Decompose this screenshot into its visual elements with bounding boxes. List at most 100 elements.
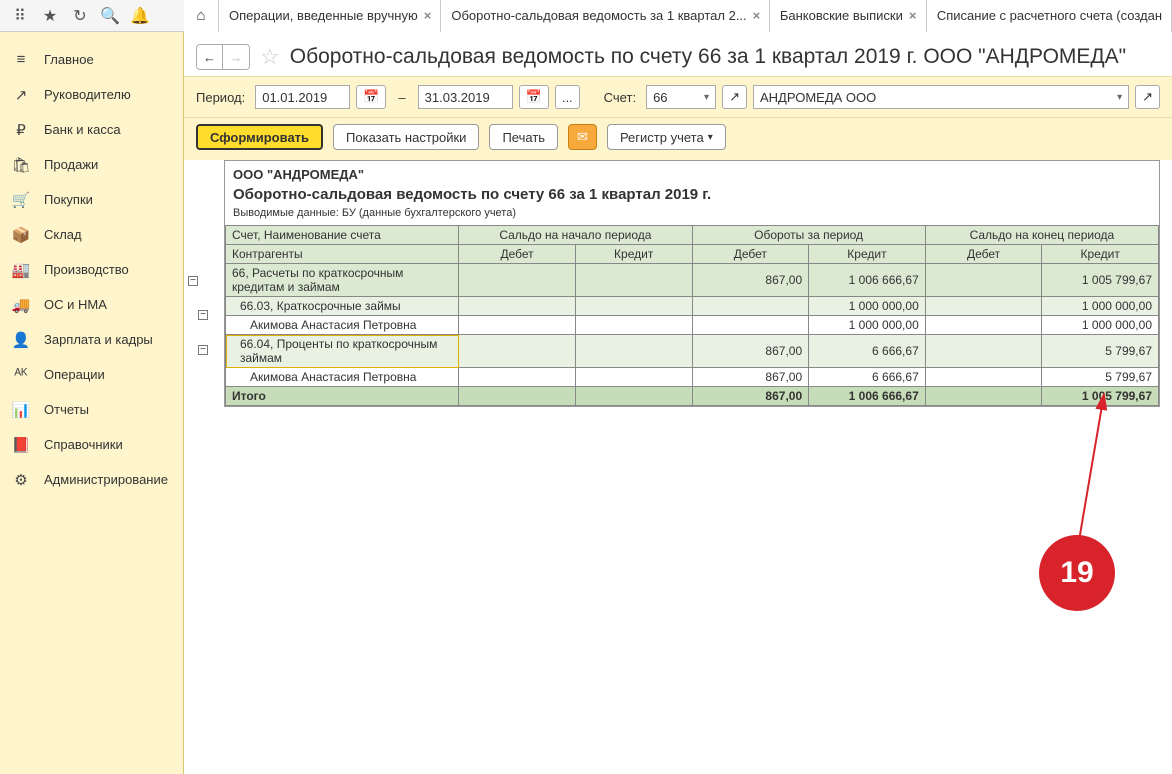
sidebar-icon: ↗ — [12, 86, 30, 104]
chevron-down-icon: ▾ — [1117, 92, 1122, 103]
sidebar-item[interactable]: ⚙Администрирование — [0, 462, 183, 497]
tabs: ⌂ Операции, введенные вручную×Оборотно-са… — [184, 0, 1172, 32]
sidebar-label: Главное — [44, 52, 94, 67]
col-credit: Кредит — [809, 245, 926, 264]
sidebar-label: Производство — [44, 262, 129, 277]
tab[interactable]: Оборотно-сальдовая ведомость за 1 кварта… — [440, 0, 769, 32]
close-icon[interactable]: × — [753, 8, 761, 23]
org-input[interactable]: АНДРОМЕДА ООО ▾ — [753, 85, 1129, 109]
sidebar-item[interactable]: 🛒Покупки — [0, 182, 183, 217]
close-icon[interactable]: × — [909, 8, 917, 23]
col-group-turnover: Обороты за период — [692, 226, 925, 245]
cell-value: 1 000 000,00 — [809, 316, 926, 335]
sidebar: ≡Главное↗Руководителю₽Банк и касса🛍Прода… — [0, 32, 184, 774]
org-open-button[interactable]: ↗ — [1135, 85, 1160, 109]
period-to-calendar-button[interactable]: 📅 — [519, 85, 549, 109]
search-icon[interactable]: 🔍 — [96, 2, 124, 30]
apps-icon[interactable]: ⠿ — [6, 2, 34, 30]
print-button[interactable]: Печать — [489, 124, 558, 150]
home-icon: ⌂ — [196, 7, 205, 24]
cell-name: 66.04, Проценты по краткосрочным займам — [226, 335, 459, 368]
nav-forward-button[interactable]: → — [223, 45, 249, 69]
table-row[interactable]: 66, Расчеты по краткосрочным кредитам и … — [226, 264, 1159, 297]
cell-value: 1 000 000,00 — [809, 297, 926, 316]
tree-toggle[interactable]: − — [198, 310, 208, 320]
mail-button[interactable]: ✉ — [568, 124, 597, 150]
report-header: ООО "АНДРОМЕДА" Оборотно-сальдовая ведом… — [225, 161, 1159, 225]
tab[interactable]: Операции, введенные вручную× — [218, 0, 441, 32]
table-row[interactable]: Акимова Анастасия Петровна1 000 000,001 … — [226, 316, 1159, 335]
favorite-star-icon[interactable]: ☆ — [260, 44, 280, 70]
period-from-input[interactable]: 01.01.2019 — [255, 85, 350, 109]
history-icon[interactable]: ↻ — [66, 2, 94, 30]
register-button[interactable]: Регистр учета▾ — [607, 124, 726, 150]
account-input[interactable]: 66 ▾ — [646, 85, 716, 109]
sidebar-item[interactable]: 📦Склад — [0, 217, 183, 252]
cell-value — [459, 368, 576, 387]
cell-name: 66.03, Краткосрочные займы — [226, 297, 459, 316]
cell-value — [925, 316, 1042, 335]
period-from-calendar-button[interactable]: 📅 — [356, 85, 386, 109]
sidebar-item[interactable]: ↗Руководителю — [0, 77, 183, 112]
cell-value — [575, 297, 692, 316]
col-debit: Дебет — [459, 245, 576, 264]
cell-value — [575, 264, 692, 297]
sidebar-icon: 👤 — [12, 331, 30, 349]
cell-value: 5 799,67 — [1042, 335, 1159, 368]
cell-value — [575, 368, 692, 387]
tree-toggle[interactable]: − — [198, 345, 208, 355]
sidebar-label: ОС и НМА — [44, 297, 107, 312]
tab[interactable]: Банковские выписки× — [769, 0, 927, 32]
sidebar-label: Операции — [44, 367, 105, 382]
sidebar-item[interactable]: ≡Главное — [0, 42, 183, 77]
col-contragents: Контрагенты — [226, 245, 459, 264]
close-icon[interactable]: × — [424, 8, 432, 23]
cell-value — [459, 335, 576, 368]
cell-value — [459, 297, 576, 316]
sidebar-item[interactable]: 🛍Продажи — [0, 147, 183, 182]
sidebar-label: Продажи — [44, 157, 98, 172]
account-open-button[interactable]: ↗ — [722, 85, 747, 109]
table-row[interactable]: 66.04, Проценты по краткосрочным займам8… — [226, 335, 1159, 368]
cell-value — [459, 316, 576, 335]
col-credit: Кредит — [575, 245, 692, 264]
sidebar-label: Зарплата и кадры — [44, 332, 153, 347]
generate-button[interactable]: Сформировать — [196, 124, 323, 150]
bell-icon[interactable]: 🔔 — [126, 2, 154, 30]
cell-value: 867,00 — [692, 264, 809, 297]
sidebar-item[interactable]: ₽Банк и касса — [0, 112, 183, 147]
cell-value: 1 005 799,67 — [1042, 264, 1159, 297]
sidebar-item[interactable]: 🚚ОС и НМА — [0, 287, 183, 322]
report: ООО "АНДРОМЕДА" Оборотно-сальдовая ведом… — [224, 160, 1160, 407]
tab-label: Списание с расчетного счета (создан — [937, 8, 1162, 23]
col-debit: Дебет — [925, 245, 1042, 264]
page-header: ← → ☆ Оборотно-сальдовая ведомость по сч… — [184, 32, 1172, 76]
cell-value — [692, 316, 809, 335]
sidebar-item[interactable]: 📕Справочники — [0, 427, 183, 462]
cell-value: 867,00 — [692, 368, 809, 387]
tree-toggle[interactable]: − — [188, 276, 198, 286]
cell-value — [925, 368, 1042, 387]
sidebar-item[interactable]: ᴬᴷОперации — [0, 357, 183, 392]
table-row[interactable]: Акимова Анастасия Петровна 867,006 666,67… — [226, 368, 1159, 387]
cell-value: 6 666,67 — [809, 368, 926, 387]
sidebar-item[interactable]: 🏭Производство — [0, 252, 183, 287]
account-label: Счет: — [604, 90, 636, 105]
sidebar-item[interactable]: 👤 Зарплата и кадры — [0, 322, 183, 357]
show-settings-button[interactable]: Показать настройки — [333, 124, 479, 150]
star-icon[interactable]: ★ — [36, 2, 64, 30]
period-label: Период: — [196, 90, 245, 105]
period-to-input[interactable]: 31.03.2019 — [418, 85, 513, 109]
table-row[interactable]: 66.03, Краткосрочные займы1 000 000,001 … — [226, 297, 1159, 316]
sidebar-icon: 📊 — [12, 401, 30, 419]
chevron-down-icon: ▾ — [708, 132, 713, 143]
cell-name: Акимова Анастасия Петровна — [226, 368, 459, 387]
tab-home[interactable]: ⌂ — [184, 0, 219, 32]
nav-back-button[interactable]: ← — [197, 45, 223, 69]
period-select-button[interactable]: ... — [555, 85, 580, 109]
report-subtitle: Выводимые данные: БУ (данные бухгалтерск… — [233, 207, 1151, 219]
filter-bar: Период: 01.01.2019 📅 – 31.03.2019 📅 ... … — [184, 76, 1172, 118]
sidebar-item[interactable]: 📊Отчеты — [0, 392, 183, 427]
col-account: Счет, Наименование счета — [226, 226, 459, 245]
tab[interactable]: Списание с расчетного счета (создан — [926, 0, 1172, 32]
